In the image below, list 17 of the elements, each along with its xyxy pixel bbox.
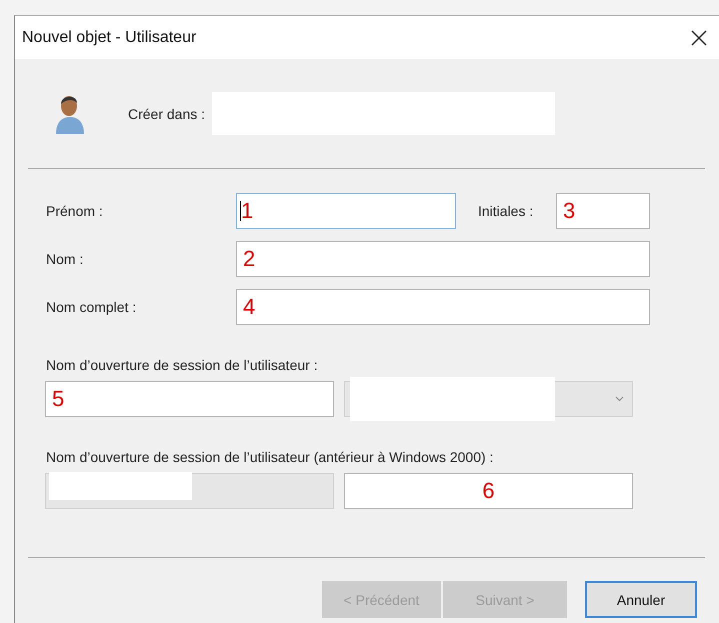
input-field[interactable]: 3 [556, 193, 650, 229]
field-label: Nom d’ouverture de session de l’utilisateur : [46, 357, 319, 373]
input-field[interactable]: 5 [45, 381, 334, 417]
field-label: Prénom : [46, 203, 104, 219]
window-title: Nouvel objet - Utilisateur [22, 28, 196, 46]
close-icon[interactable] [691, 30, 707, 46]
input-field[interactable]: 1 [236, 193, 456, 229]
field-label: Nom d’ouverture de session de l’utilisateur (antérieur à Windows 2000) : [46, 449, 494, 465]
caret-icon [615, 396, 624, 402]
field-label: Créer dans : [128, 106, 206, 122]
input-field[interactable]: 2 [236, 241, 650, 277]
field-label: Initiales : [478, 203, 534, 219]
wizard-button[interactable]: Annuler [585, 581, 697, 618]
input-field[interactable]: 4 [236, 289, 650, 325]
field-label: Nom complet : [46, 299, 138, 315]
field-label: Nom : [46, 251, 84, 267]
input-field[interactable]: 6 [344, 473, 633, 509]
